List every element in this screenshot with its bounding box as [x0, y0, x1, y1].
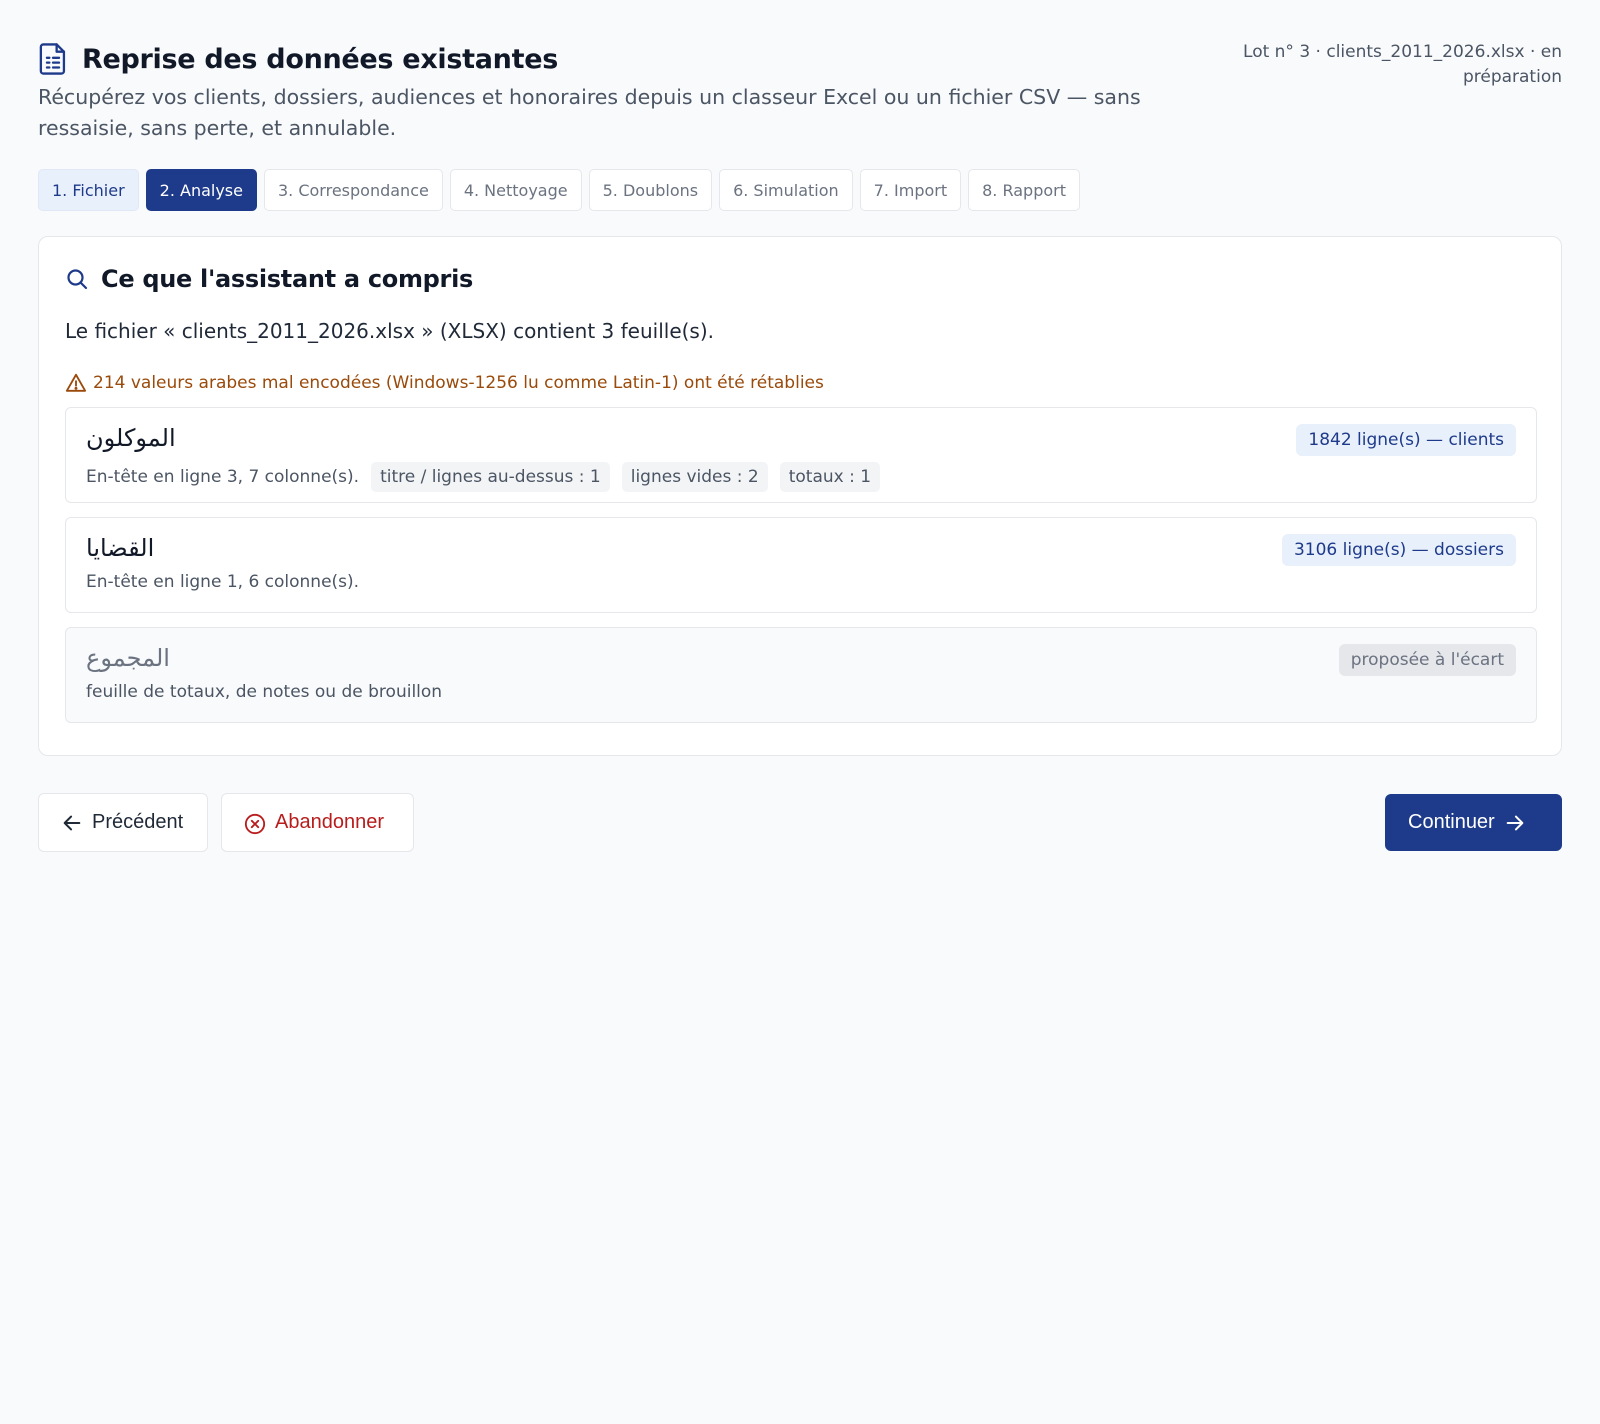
sheet-chip-empty-rows: lignes vides : 2 [621, 462, 768, 492]
analysis-title: Ce que l'assistant a compris [101, 265, 473, 293]
sheet-name: القضايا [86, 534, 155, 562]
sheet-meta: feuille de totaux, de notes ou de brouil… [86, 682, 442, 702]
step-doublons[interactable]: 5. Doublons [588, 169, 713, 211]
import-wizard-page: Reprise des données existantes Récupérez… [0, 0, 1600, 1424]
page-title: Reprise des données existantes [82, 43, 558, 75]
sheet-description: En-tête en ligne 1, 6 colonne(s). [86, 572, 360, 592]
document-icon [38, 42, 68, 76]
encoding-warning: 214 valeurs arabes mal encodées (Windows… [65, 372, 824, 394]
analysis-heading: Ce que l'assistant a compris [65, 265, 473, 293]
sheet-chip-title-rows: titre / lignes au-dessus : 1 [371, 462, 610, 492]
sheet-ignored-badge: proposée à l'écart [1338, 644, 1516, 676]
sheet-meta: En-tête en ligne 1, 6 colonne(s). [86, 572, 359, 592]
warning-text: 214 valeurs arabes mal encodées (Windows… [93, 373, 824, 393]
sheet-name: المجموع [86, 644, 170, 672]
continue-label: Continuer [1408, 811, 1495, 833]
previous-label: Précédent [92, 811, 184, 833]
continue-button[interactable]: Continuer [1385, 794, 1562, 851]
sheet-description: En-tête en ligne 3, 7 colonne(s). [86, 467, 360, 487]
analysis-summary: Le fichier « clients_2011_2026.xlsx » (X… [65, 319, 715, 343]
sheet-name: الموكلون [86, 424, 176, 452]
step-correspondance[interactable]: 3. Correspondance [263, 169, 443, 211]
page-header: Reprise des données existantes Récupérez… [38, 40, 1562, 150]
sheet-description: feuille de totaux, de notes ou de brouil… [86, 682, 443, 702]
arrow-left-icon [61, 812, 83, 834]
step-import[interactable]: 7. Import [859, 169, 962, 211]
sheet-row-count-badge: 1842 ligne(s) — clients [1296, 424, 1516, 456]
previous-button[interactable]: Précédent [38, 793, 208, 852]
search-icon [65, 267, 89, 291]
step-simulation[interactable]: 6. Simulation [719, 169, 853, 211]
abort-button[interactable]: Abandonner [221, 793, 414, 852]
analysis-card: Ce que l'assistant a compris Le fichier … [38, 236, 1562, 756]
step-rapport[interactable]: 8. Rapport [968, 169, 1080, 211]
warning-icon [65, 372, 87, 394]
step-analyse[interactable]: 2. Analyse [145, 169, 257, 211]
arrow-right-icon [1504, 812, 1526, 834]
sheet-card[interactable]: القضايا En-tête en ligne 1, 6 colonne(s)… [65, 517, 1537, 613]
lot-status: Lot n° 3 · clients_2011_2026.xlsx · en p… [1243, 42, 1562, 87]
sheet-meta: En-tête en ligne 3, 7 colonne(s). titre … [86, 462, 881, 492]
sheet-card[interactable]: الموكلون En-tête en ligne 3, 7 colonne(s… [65, 407, 1537, 503]
step-nettoyage[interactable]: 4. Nettoyage [449, 169, 582, 211]
title-row: Reprise des données existantes [38, 42, 558, 76]
abort-label: Abandonner [275, 811, 384, 833]
step-fichier[interactable]: 1. Fichier [38, 169, 139, 211]
sheet-row-count-badge: 3106 ligne(s) — dossiers [1281, 534, 1516, 566]
sheet-chip-totals: totaux : 1 [779, 462, 881, 492]
cancel-circle-icon [244, 812, 266, 834]
wizard-steps: 1. Fichier 2. Analyse 3. Correspondance … [38, 169, 1080, 211]
sheet-card-ignored[interactable]: المجموع feuille de totaux, de notes ou d… [65, 627, 1537, 723]
page-subtitle: Récupérez vos clients, dossiers, audienc… [38, 85, 1141, 140]
